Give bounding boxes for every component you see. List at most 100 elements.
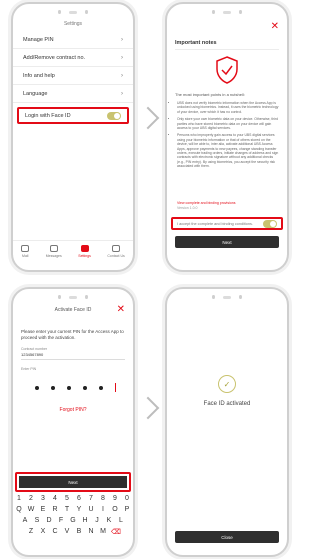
provisions-link[interactable]: View complete and binding provisions: [177, 201, 236, 205]
key[interactable]: 5: [63, 495, 71, 502]
shield-check-icon: [216, 56, 238, 84]
key[interactable]: V: [63, 528, 71, 536]
key[interactable]: 9: [111, 495, 119, 502]
key[interactable]: N: [87, 528, 95, 536]
tab-label: Contact Us: [107, 254, 125, 258]
key[interactable]: 3: [39, 495, 47, 502]
divider: [21, 359, 125, 360]
menu-item-info[interactable]: Info and help ›: [13, 67, 133, 85]
accept-toggle[interactable]: [263, 219, 277, 228]
text-cursor: [115, 383, 116, 392]
key[interactable]: B: [75, 528, 83, 536]
key[interactable]: O: [111, 506, 119, 513]
check-icon: ✓: [218, 375, 236, 393]
key[interactable]: F: [57, 517, 65, 524]
key[interactable]: C: [51, 528, 59, 536]
phone-notes-screen: ✕ Important notes The most important poi…: [165, 2, 289, 272]
chevron-right-icon: ›: [121, 54, 123, 61]
faceid-toggle[interactable]: [107, 111, 121, 120]
contract-label: Contract number: [21, 347, 48, 351]
pin-dot: [99, 385, 103, 390]
key[interactable]: Y: [75, 506, 83, 513]
tab-label: Mail: [22, 254, 29, 258]
page-title: Activate Face ID: [54, 307, 92, 313]
version-text: Version 1.0.0: [177, 206, 198, 210]
arrow-right-icon: [136, 106, 160, 130]
mail-icon: [21, 245, 30, 252]
key[interactable]: K: [105, 517, 113, 524]
phone-notch: [58, 9, 88, 15]
phone-notch: [212, 9, 242, 15]
key[interactable]: E: [39, 506, 47, 513]
key[interactable]: A: [21, 517, 29, 524]
keyboard-row: QWERTYUIOP: [13, 506, 133, 513]
settings-menu: Manage PIN › Add/Remove contract no. › Inf…: [13, 31, 133, 124]
key[interactable]: G: [69, 517, 77, 524]
key[interactable]: U: [87, 506, 95, 513]
key[interactable]: M: [99, 528, 107, 536]
info-text: Please enter your current PIN for the Ac…: [21, 329, 124, 340]
close-icon[interactable]: ✕: [271, 22, 279, 32]
menu-item-language[interactable]: Language ›: [13, 85, 133, 103]
key[interactable]: 8: [99, 495, 107, 502]
close-icon[interactable]: ✕: [117, 304, 125, 315]
pin-dot: [51, 385, 55, 390]
pin-dot: [35, 385, 39, 390]
key[interactable]: W: [27, 506, 35, 513]
accept-label: I accept the complete and binding condit…: [177, 221, 253, 226]
key[interactable]: R: [51, 506, 59, 513]
delete-key-icon[interactable]: ⌫: [111, 528, 121, 536]
keyboard-row: 1234567890: [13, 495, 133, 502]
menu-item-contract[interactable]: Add/Remove contract no. ›: [13, 49, 133, 67]
keyboard: 1234567890 QWERTYUIOP ASDFGHJKL Z X C V B N M ⌫: [13, 495, 133, 540]
key[interactable]: 4: [51, 495, 59, 502]
menu-item-manage-pin[interactable]: Manage PIN ›: [13, 31, 133, 49]
contact-icon: [112, 245, 121, 252]
key[interactable]: I: [99, 506, 107, 513]
page-title: Important notes: [175, 40, 217, 46]
key[interactable]: 7: [87, 495, 95, 502]
key[interactable]: P: [123, 506, 131, 513]
key[interactable]: 2: [27, 495, 35, 502]
key[interactable]: X: [39, 528, 47, 536]
faceid-row: Login with Face ID: [17, 107, 129, 124]
key[interactable]: D: [45, 517, 53, 524]
key[interactable]: J: [93, 517, 101, 524]
phone-notch: [212, 294, 242, 300]
next-button[interactable]: Next: [19, 476, 127, 488]
next-button[interactable]: Next: [175, 236, 279, 248]
pin-dot: [67, 385, 71, 390]
contract-value: 1234567890: [21, 352, 44, 357]
list-item: UBS does not verify biometric informatio…: [177, 101, 279, 114]
key[interactable]: T: [63, 506, 71, 513]
subheading: The most important points in a nutshell:: [175, 92, 245, 97]
confirmation-message: Face ID activated: [203, 401, 251, 407]
key[interactable]: 0: [123, 495, 131, 502]
tab-settings[interactable]: Settings: [78, 245, 91, 258]
tab-contact[interactable]: Contact Us: [107, 245, 125, 258]
key[interactable]: L: [117, 517, 125, 524]
menu-item-label: Info and help: [23, 72, 55, 79]
key[interactable]: Z: [27, 528, 35, 536]
tab-messages[interactable]: Messages: [46, 245, 62, 258]
phone-confirmation-screen: ✓ Face ID activated Close: [165, 287, 289, 557]
faceid-label: Login with Face ID: [25, 112, 71, 119]
key[interactable]: S: [33, 517, 41, 524]
phone-notch: [58, 294, 88, 300]
forgot-pin-link[interactable]: Forgot PIN?: [13, 407, 133, 413]
key[interactable]: H: [81, 517, 89, 524]
key[interactable]: Q: [15, 506, 23, 513]
phone-activate-screen: Activate Face ID ✕ Please enter your cur…: [11, 287, 135, 557]
tab-bar: Mail Messages Settings Contact Us: [13, 240, 133, 262]
key[interactable]: 6: [75, 495, 83, 502]
phone-settings-screen: Settings Manage PIN › Add/Remove contract…: [11, 2, 135, 272]
divider: [175, 49, 279, 50]
close-button[interactable]: Close: [175, 531, 279, 543]
pin-input[interactable]: [35, 383, 116, 392]
accept-row: I accept the complete and binding condit…: [171, 217, 283, 230]
settings-icon: [80, 245, 89, 252]
keyboard-row: Z X C V B N M ⌫: [13, 528, 133, 536]
key[interactable]: 1: [15, 495, 23, 502]
arrow-right-icon: [136, 396, 160, 420]
tab-mail[interactable]: Mail: [21, 245, 30, 258]
